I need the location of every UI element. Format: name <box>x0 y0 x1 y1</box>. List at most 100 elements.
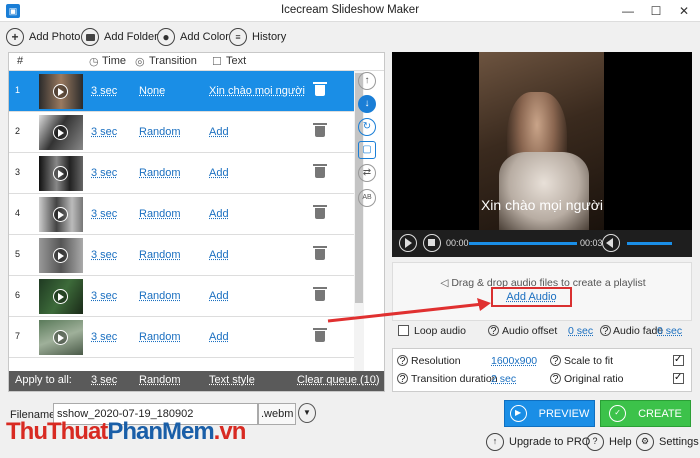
slide-row[interactable]: 7 3 sec Random Add <box>9 317 354 358</box>
row-text[interactable]: Add <box>209 126 229 138</box>
watermark-part3: .vn <box>213 418 247 445</box>
shuffle-icon[interactable]: ⇄ <box>358 164 376 182</box>
play-icon: ▶ <box>509 405 527 422</box>
chevron-down-icon[interactable]: ▼ <box>298 403 316 423</box>
row-text[interactable]: Add <box>209 249 229 261</box>
row-time[interactable]: 3 sec <box>91 290 117 302</box>
maximize-button[interactable]: ☐ <box>642 0 670 22</box>
history-button[interactable]: ≡ History <box>229 25 286 49</box>
row-transition[interactable]: Random <box>139 126 181 138</box>
row-transition[interactable]: Random <box>139 208 181 220</box>
upgrade-button[interactable]: ↑ Upgrade to PRO <box>486 433 590 451</box>
add-color-button[interactable]: ● Add Color <box>157 25 229 49</box>
help-icon[interactable]: ? <box>397 373 408 384</box>
row-index: 7 <box>15 331 21 341</box>
trash-icon[interactable] <box>313 82 327 96</box>
trash-icon[interactable] <box>313 246 327 260</box>
play-icon[interactable] <box>53 330 68 345</box>
row-time[interactable]: 3 sec <box>91 208 117 220</box>
slide-row[interactable]: 6 3 sec Random Add <box>9 276 354 317</box>
help-button[interactable]: ? Help <box>586 433 632 451</box>
audio-offset-value[interactable]: 0 sec <box>568 325 593 337</box>
help-icon[interactable]: ? <box>488 325 499 336</box>
row-text[interactable]: Add <box>209 290 229 302</box>
scale-to-fit-checkbox[interactable] <box>673 354 684 366</box>
row-text[interactable]: Add <box>209 331 229 343</box>
play-icon[interactable] <box>53 125 68 140</box>
slide-row[interactable]: 1 3 sec None Xin chào mọi người <box>9 71 354 112</box>
clear-queue-link[interactable]: Clear queue (10) <box>297 374 380 386</box>
close-button[interactable]: ✕ <box>670 0 698 22</box>
play-icon[interactable] <box>53 207 68 222</box>
move-up-icon[interactable]: ↑ <box>358 72 376 90</box>
row-transition[interactable]: Random <box>139 249 181 261</box>
preview-button[interactable]: ▶ PREVIEW <box>504 400 595 427</box>
transition-duration-value[interactable]: 2 sec <box>491 373 516 385</box>
move-down-icon[interactable]: ↓ <box>358 95 376 113</box>
add-folder-button[interactable]: Add Folder <box>81 25 158 49</box>
slide-row[interactable]: 4 3 sec Random Add <box>9 194 354 235</box>
watermark-part1: ThuThuat <box>6 418 108 445</box>
crop-icon[interactable]: ▢ <box>358 141 376 159</box>
row-index: 3 <box>15 167 21 177</box>
row-time[interactable]: 3 sec <box>91 167 117 179</box>
trash-icon[interactable] <box>313 328 327 342</box>
loop-audio-checkbox[interactable] <box>398 325 409 336</box>
help-icon[interactable]: ? <box>397 355 408 366</box>
slide-row[interactable]: 3 3 sec Random Add <box>9 153 354 194</box>
apply-all-transition[interactable]: Random <box>139 374 181 386</box>
add-folder-label: Add Folder <box>104 31 158 43</box>
help-icon[interactable]: ? <box>550 355 561 366</box>
header-num: # <box>17 55 24 67</box>
slide-row[interactable]: 2 3 sec Random Add <box>9 112 354 153</box>
ab-text-icon[interactable]: AB <box>358 189 376 207</box>
trash-icon[interactable] <box>313 164 327 178</box>
seek-bar[interactable] <box>469 242 577 245</box>
row-time[interactable]: 3 sec <box>91 126 117 138</box>
extension-field[interactable]: .webm <box>258 403 296 425</box>
toolbar: + Add Photo Add Folder ● Add Color ≡ His… <box>0 22 700 52</box>
play-button[interactable] <box>399 234 417 252</box>
volume-slider[interactable] <box>627 242 672 245</box>
help-icon[interactable]: ? <box>550 373 561 384</box>
row-time[interactable]: 3 sec <box>91 249 117 261</box>
help-icon[interactable]: ? <box>600 325 611 336</box>
row-transition[interactable]: Random <box>139 167 181 179</box>
text-style-link[interactable]: Text style <box>209 374 255 386</box>
volume-icon[interactable] <box>602 234 620 252</box>
create-button[interactable]: ✓ CREATE <box>600 400 691 427</box>
audio-hint-icon: ◁ <box>440 277 452 289</box>
settings-button[interactable]: ⚙ Settings <box>636 433 699 451</box>
apply-all-time[interactable]: 3 sec <box>91 374 117 386</box>
row-text[interactable]: Add <box>209 167 229 179</box>
row-index: 5 <box>15 249 21 259</box>
row-transition[interactable]: Random <box>139 331 181 343</box>
original-ratio-checkbox[interactable] <box>673 372 684 384</box>
resolution-value[interactable]: 1600x900 <box>491 355 537 367</box>
add-audio-button[interactable]: Add Audio <box>491 287 572 307</box>
add-photo-button[interactable]: + Add Photo <box>6 25 80 49</box>
slide-list-panel: # ◷ Time ◎ Transition ☐ Text 1 3 sec Non… <box>8 52 385 392</box>
trash-icon[interactable] <box>313 205 327 219</box>
audio-fade-value[interactable]: 0 sec <box>657 325 682 337</box>
row-text[interactable]: Add <box>209 208 229 220</box>
stop-button[interactable] <box>423 234 441 252</box>
slide-list-header: # ◷ Time ◎ Transition ☐ Text <box>9 53 384 71</box>
trash-icon[interactable] <box>313 123 327 137</box>
row-text[interactable]: Xin chào mọi người <box>209 85 305 97</box>
row-time[interactable]: 3 sec <box>91 331 117 343</box>
play-icon[interactable] <box>53 166 68 181</box>
slide-thumbnail <box>39 197 83 232</box>
minimize-button[interactable]: — <box>614 0 642 22</box>
rotate-icon[interactable]: ↻ <box>358 118 376 136</box>
row-time[interactable]: 3 sec <box>91 85 117 97</box>
watermark-logo: ThuThuatPhanMem.vn <box>6 418 247 446</box>
play-icon[interactable] <box>53 84 68 99</box>
play-icon[interactable] <box>53 248 68 263</box>
help-label: Help <box>609 436 632 448</box>
row-transition[interactable]: None <box>139 85 165 97</box>
row-transition[interactable]: Random <box>139 290 181 302</box>
list-scrollbar[interactable] <box>354 71 364 371</box>
slide-row[interactable]: 5 3 sec Random Add <box>9 235 354 276</box>
play-icon[interactable] <box>53 289 68 304</box>
